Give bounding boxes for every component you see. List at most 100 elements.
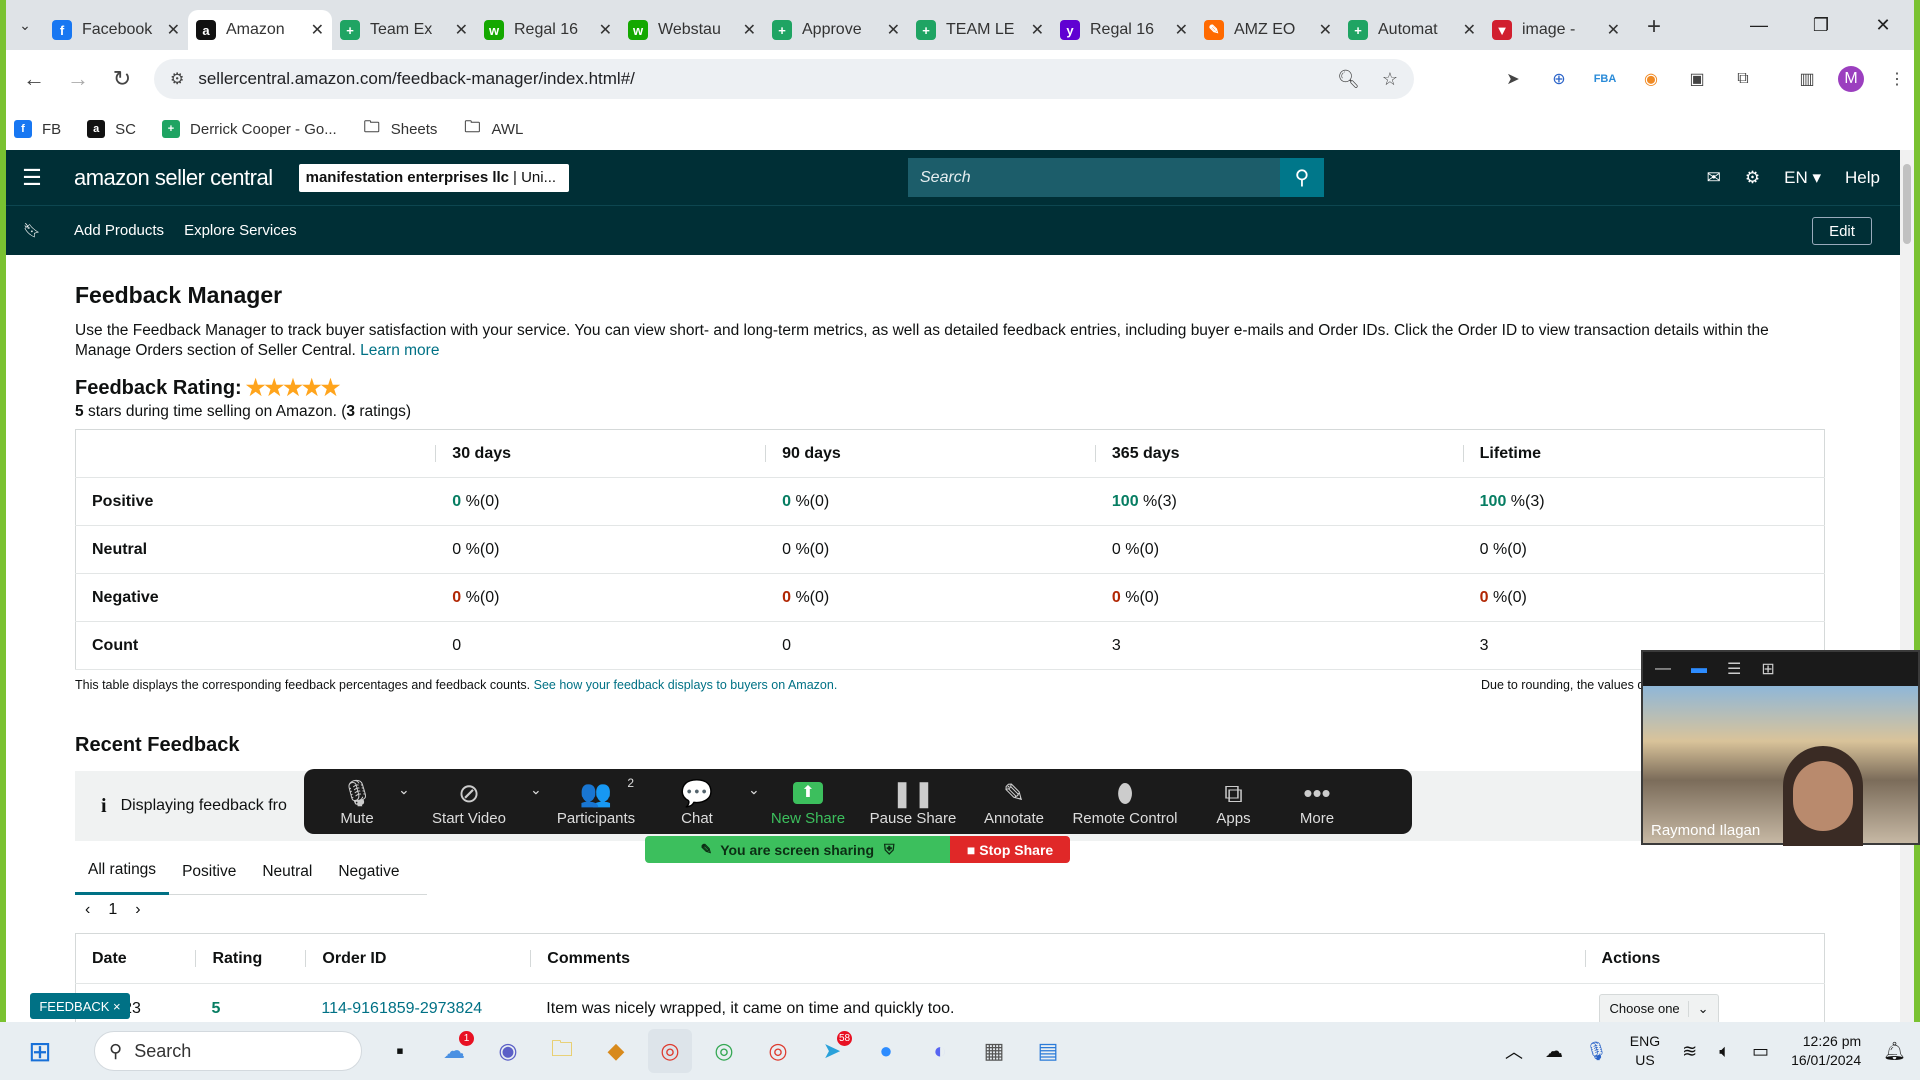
language-selector[interactable]: EN ▾ — [1784, 168, 1821, 188]
battery-icon[interactable]: ▭ — [1752, 1041, 1769, 1062]
profile-avatar[interactable]: M — [1838, 66, 1864, 92]
close-tab-icon[interactable]: ✕ — [311, 20, 324, 40]
close-tab-icon[interactable]: ✕ — [1319, 20, 1332, 40]
file-explorer-icon[interactable]: 🗀 — [540, 1029, 584, 1073]
nav-explore-services[interactable]: Explore Services — [184, 222, 297, 239]
app-icon[interactable]: ◆ — [594, 1029, 638, 1073]
filter-tab-positive[interactable]: Positive — [169, 849, 249, 895]
page-number[interactable]: 1 — [108, 901, 117, 919]
close-tab-icon[interactable]: ✕ — [1031, 20, 1044, 40]
feedback-display-link[interactable]: See how your feedback displays to buyers… — [534, 678, 838, 692]
learn-more-link[interactable]: Learn more — [360, 342, 439, 359]
filter-tab-all-ratings[interactable]: All ratings — [75, 849, 170, 895]
zoom-start-video-button[interactable]: ⊘ Start Video ⌃ — [414, 776, 542, 827]
settings-gear-icon[interactable]: ⚙ — [1745, 168, 1760, 188]
search-icon[interactable]: ⚲ — [1280, 158, 1324, 197]
close-tab-icon[interactable]: ✕ — [455, 20, 468, 40]
actions-dropdown[interactable]: Choose one ⌄ — [1598, 993, 1719, 1022]
close-tab-icon[interactable]: ✕ — [1607, 20, 1620, 40]
windows-start-icon[interactable]: ⊞ — [18, 1029, 62, 1073]
show-hidden-icons-icon[interactable]: ︿ — [1505, 1038, 1523, 1064]
volume-icon[interactable]: 🔈︎ — [1719, 1041, 1730, 1062]
close-tab-icon[interactable]: ✕ — [743, 20, 756, 40]
extension-arrow-icon[interactable]: ➤ — [1498, 64, 1528, 94]
nav-add-products[interactable]: Add Products — [74, 222, 164, 239]
caret-up-icon[interactable]: ⌃ — [530, 780, 542, 797]
browser-menu-icon[interactable]: ⋮ — [1882, 64, 1912, 94]
browser-tab[interactable]: + TEAM LE ✕ — [908, 10, 1052, 50]
back-icon[interactable]: ← — [12, 57, 56, 101]
taskbar-search[interactable]: ⚲ Search — [94, 1031, 362, 1071]
extension-orange-icon[interactable]: ◉ — [1636, 64, 1666, 94]
bookmark-item[interactable]: + Derrick Cooper - Go... — [162, 120, 337, 138]
forward-icon[interactable]: → — [56, 57, 100, 101]
weather-icon[interactable]: ☁ 1 — [432, 1029, 476, 1073]
reload-icon[interactable]: ↻ — [100, 57, 144, 101]
bookmark-item[interactable]: 🗀 Sheets — [363, 119, 438, 138]
bookmark-item[interactable]: 🗀 AWL — [463, 119, 523, 138]
browser-tab[interactable]: + Team Ex ✕ — [332, 10, 476, 50]
telegram-icon[interactable]: ➤ 58 — [810, 1029, 854, 1073]
wifi-icon[interactable]: ≋ — [1682, 1041, 1697, 1062]
extensions-puzzle-icon[interactable]: ⧉ — [1728, 64, 1758, 94]
zoom-pause-share-button[interactable]: ❚❚ Pause Share — [858, 776, 968, 827]
extension-camera-icon[interactable]: ▣ — [1682, 64, 1712, 94]
bookmark-icon[interactable]: 🔖︎ — [6, 222, 58, 239]
close-tab-icon[interactable]: ✕ — [1463, 20, 1476, 40]
caret-up-icon[interactable]: ⌃ — [748, 780, 760, 797]
zoom-apps-button[interactable]: ⧉ Apps — [1196, 776, 1271, 827]
scrollbar-thumb[interactable] — [1903, 164, 1911, 244]
notepad-icon[interactable]: ▤ — [1026, 1029, 1070, 1073]
browser-tab[interactable]: a Amazon ✕ — [188, 10, 332, 50]
next-page-icon[interactable]: › — [135, 901, 140, 919]
zoom-mute-button[interactable]: 🎙 Mute ⌃ — [322, 776, 410, 827]
close-tab-icon[interactable]: ✕ — [1175, 20, 1188, 40]
gallery-view-icon[interactable]: ⊞ — [1761, 659, 1774, 679]
side-panel-icon[interactable]: ▥ — [1792, 64, 1822, 94]
zoom-icon[interactable]: 🔍︎ — [1337, 69, 1360, 90]
feedback-button[interactable]: FEEDBACK × — [30, 993, 130, 1019]
chrome-profile-b-icon[interactable]: ◎ — [702, 1029, 746, 1073]
edit-nav-button[interactable]: Edit — [1812, 217, 1872, 245]
zoom-remote-control-button[interactable]: ⬮ Remote Control — [1060, 776, 1190, 827]
new-tab-button[interactable]: + — [1636, 9, 1672, 45]
speaker-view-icon[interactable]: ☰ — [1727, 659, 1741, 679]
zoom-app-icon[interactable]: ● — [864, 1029, 908, 1073]
browser-tab[interactable]: ✎ AMZ EO ✕ — [1196, 10, 1340, 50]
zoom-new-share-button[interactable]: ⬆ New Share — [764, 776, 852, 827]
bookmark-item[interactable]: f FB — [14, 120, 61, 138]
notifications-icon[interactable]: 🔔︎ — [1883, 1041, 1906, 1062]
minimize-video-icon[interactable]: — — [1655, 660, 1671, 678]
onedrive-icon[interactable]: ☁ — [1545, 1041, 1563, 1062]
browser-tab[interactable]: + Approve ✕ — [764, 10, 908, 50]
stop-share-button[interactable]: ■ Stop Share — [950, 836, 1070, 863]
calculator-icon[interactable]: ▦ — [972, 1029, 1016, 1073]
browser-tab[interactable]: w Regal 16 ✕ — [476, 10, 620, 50]
help-link[interactable]: Help — [1845, 168, 1880, 188]
hamburger-menu-icon[interactable]: ☰ — [6, 165, 58, 191]
bookmark-star-icon[interactable]: ☆ — [1382, 69, 1398, 90]
input-language[interactable]: ENG US — [1630, 1032, 1660, 1070]
microphone-icon[interactable]: 🎙︎ — [1585, 1041, 1608, 1062]
zoom-annotate-button[interactable]: ✎ Annotate — [974, 776, 1054, 827]
browser-tab[interactable]: w Webstau ✕ — [620, 10, 764, 50]
filter-tab-neutral[interactable]: Neutral — [249, 849, 325, 895]
close-tab-icon[interactable]: ✕ — [887, 20, 900, 40]
browser-tab[interactable]: y Regal 16 ✕ — [1052, 10, 1196, 50]
address-bar[interactable]: ⚙ sellercentral.amazon.com/feedback-mana… — [154, 59, 1414, 99]
zoom-participants-button[interactable]: 👥 Participants 2 — [546, 776, 646, 827]
seller-search-input[interactable] — [908, 158, 1280, 197]
page-scrollbar[interactable] — [1900, 150, 1914, 1022]
extension-fba-icon[interactable]: FBA — [1590, 64, 1620, 94]
prev-page-icon[interactable]: ‹ — [85, 901, 90, 919]
browser-tab[interactable]: f Facebook ✕ — [44, 10, 188, 50]
teams-icon[interactable]: ◉ — [486, 1029, 530, 1073]
extension-globe-icon[interactable]: ⊕ — [1544, 64, 1574, 94]
chrome-profile-m-icon[interactable]: ◎ — [648, 1029, 692, 1073]
zoom-video-panel[interactable]: — ▬ ☰ ⊞ Raymond Ilagan — [1641, 650, 1920, 846]
site-info-icon[interactable]: ⚙ — [170, 69, 184, 89]
tab-search-chevron-icon[interactable]: ⌄ — [6, 0, 44, 50]
mail-icon[interactable]: ✉ — [1707, 168, 1721, 188]
account-switcher[interactable]: manifestation enterprises llc | Uni... — [298, 163, 569, 192]
browser-tab[interactable]: ▼ image - ✕ — [1484, 10, 1628, 50]
